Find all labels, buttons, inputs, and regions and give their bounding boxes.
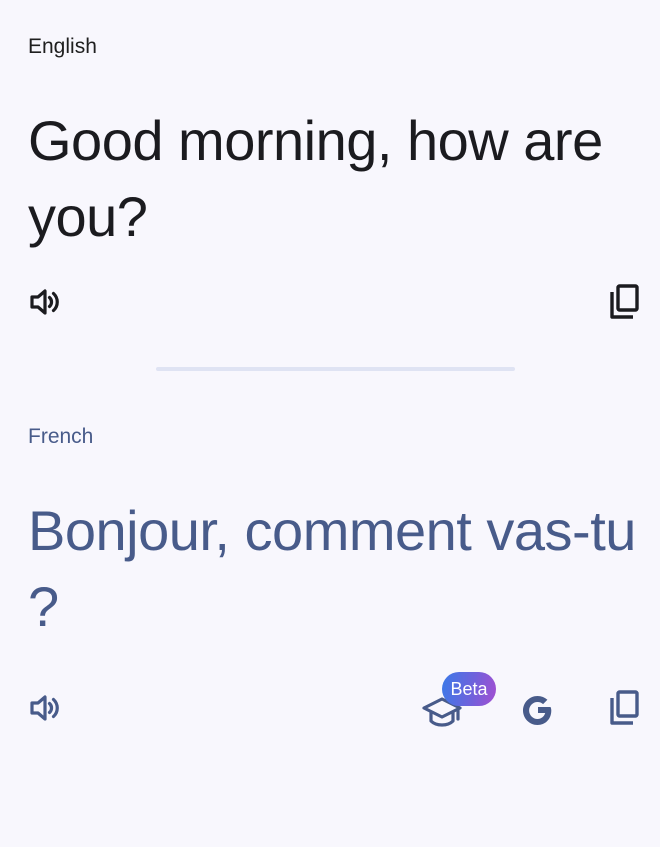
- source-text: Good morning, how are you?: [28, 109, 603, 248]
- copy-icon: [610, 284, 639, 319]
- translated-text: Bonjour, comment vas-tu ?: [28, 499, 636, 638]
- section-divider: [156, 367, 515, 371]
- beta-badge: Beta: [442, 672, 496, 706]
- google-g-icon: [523, 696, 552, 725]
- source-language-label: English: [28, 35, 97, 58]
- copy-icon: [610, 690, 639, 725]
- speaker-icon: [30, 289, 59, 315]
- target-listen-button[interactable]: [24, 686, 68, 730]
- google-search-button[interactable]: [516, 687, 560, 731]
- source-copy-button[interactable]: [602, 280, 646, 324]
- speaker-icon: [30, 695, 59, 721]
- source-listen-button[interactable]: [24, 280, 68, 324]
- target-copy-button[interactable]: [602, 686, 646, 730]
- target-language-label: French: [28, 425, 94, 448]
